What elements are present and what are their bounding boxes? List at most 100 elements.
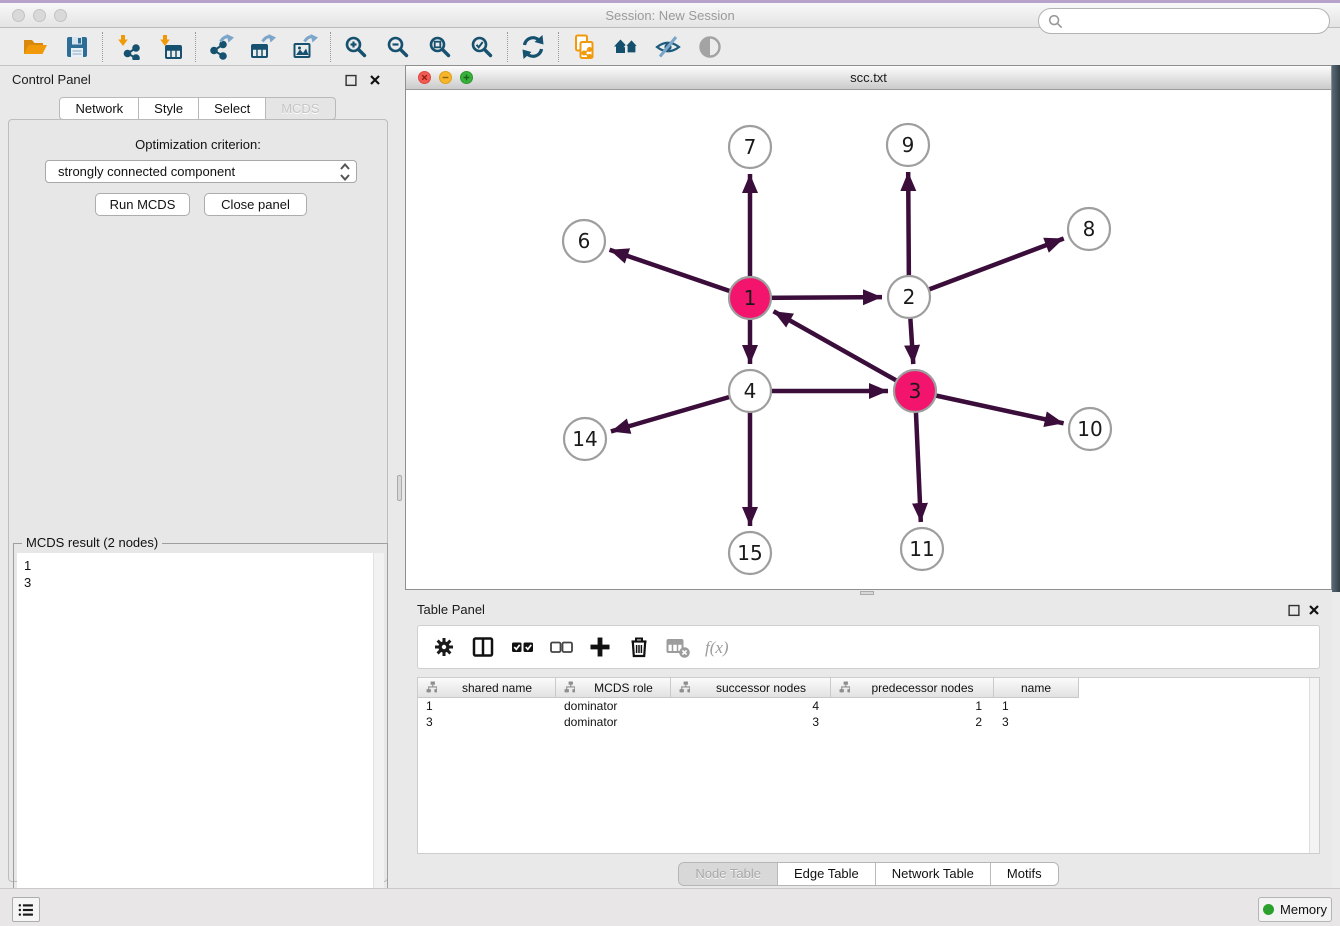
control-panel-header: Control Panel bbox=[0, 66, 395, 92]
graph-node-label: 1 bbox=[744, 286, 757, 310]
node-table[interactable]: shared nameMCDS rolesuccessor nodes prede… bbox=[417, 677, 1320, 854]
result-scrollbar[interactable] bbox=[373, 553, 384, 921]
search-box[interactable] bbox=[1038, 8, 1330, 34]
save-session-icon[interactable] bbox=[64, 34, 90, 60]
function-builder-icon: f(x) bbox=[705, 635, 729, 659]
column-header-label: predecessor nodes bbox=[852, 681, 993, 695]
table-tabs: Node TableEdge TableNetwork TableMotifs bbox=[405, 862, 1332, 886]
hide-selected-icon[interactable] bbox=[655, 34, 681, 60]
tab-style[interactable]: Style bbox=[139, 97, 199, 120]
refresh-icon[interactable] bbox=[520, 34, 546, 60]
cell-successor-nodes[interactable]: 4 bbox=[671, 698, 831, 714]
select-all-icon[interactable] bbox=[510, 635, 534, 659]
graph-node-10[interactable]: 10 bbox=[1069, 408, 1111, 450]
column-header-label: name bbox=[994, 681, 1078, 695]
control-panel: Control Panel NetworkStyleSelectMCDS Opt… bbox=[0, 66, 395, 891]
cell-predecessor-nodes[interactable]: 2 bbox=[831, 714, 994, 730]
open-file-icon[interactable] bbox=[22, 34, 48, 60]
status-bar: Memory bbox=[0, 888, 1340, 926]
graph-edge-2-8[interactable] bbox=[909, 239, 1064, 297]
column-header-predecessor-nodes[interactable]: predecessor nodes bbox=[831, 678, 994, 698]
import-network-icon[interactable] bbox=[115, 34, 141, 60]
first-neighbors-icon[interactable] bbox=[613, 34, 639, 60]
show-all-icon bbox=[697, 34, 723, 60]
add-column-icon[interactable] bbox=[588, 635, 612, 659]
vertical-splitter[interactable] bbox=[395, 66, 405, 891]
memory-label: Memory bbox=[1280, 902, 1327, 917]
zoom-fit-icon[interactable] bbox=[427, 34, 453, 60]
delete-column-icon[interactable] bbox=[627, 635, 651, 659]
task-history-button[interactable] bbox=[12, 897, 40, 922]
desktop: Session: New Session Control Panel Netwo… bbox=[0, 0, 1340, 926]
cell-successor-nodes[interactable]: 3 bbox=[671, 714, 831, 730]
graph-edge-3-1[interactable] bbox=[774, 311, 915, 391]
run-mcds-button[interactable]: Run MCDS bbox=[95, 193, 190, 216]
close-panel-icon[interactable] bbox=[367, 72, 383, 88]
table-scrollbar[interactable] bbox=[1309, 678, 1319, 853]
graph-node-6[interactable]: 6 bbox=[563, 220, 605, 262]
memory-button[interactable]: Memory bbox=[1258, 897, 1332, 922]
cell-MCDS-role[interactable]: dominator bbox=[556, 698, 671, 714]
search-input[interactable] bbox=[1063, 11, 1329, 31]
graph-node-8[interactable]: 8 bbox=[1068, 208, 1110, 250]
tab-select[interactable]: Select bbox=[199, 97, 266, 120]
cell-shared-name[interactable]: 3 bbox=[418, 714, 556, 730]
splitter-handle[interactable] bbox=[860, 591, 874, 595]
cell-name[interactable]: 1 bbox=[994, 698, 1079, 714]
gear-icon[interactable] bbox=[432, 635, 456, 659]
header-filler bbox=[1079, 678, 1319, 698]
graph-edge-3-10[interactable] bbox=[915, 391, 1064, 423]
graph-node-15[interactable]: 15 bbox=[729, 532, 771, 574]
float-panel-icon[interactable] bbox=[343, 72, 359, 88]
flow-hierarchy-icon bbox=[424, 681, 437, 694]
column-header-successor-nodes[interactable]: successor nodes bbox=[671, 678, 831, 698]
mcds-result-lines: 13 bbox=[17, 553, 384, 591]
network-canvas[interactable]: 7 9 6 8 1 2 4 3 14 10 15 11 bbox=[406, 90, 1331, 589]
split-columns-icon[interactable] bbox=[471, 635, 495, 659]
export-table-icon[interactable] bbox=[250, 34, 276, 60]
graph-node-2[interactable]: 2 bbox=[888, 276, 930, 318]
cell-predecessor-nodes[interactable]: 1 bbox=[831, 698, 994, 714]
close-panel-icon[interactable] bbox=[1306, 602, 1322, 618]
graph-node-label: 15 bbox=[737, 541, 762, 565]
graph-node-9[interactable]: 9 bbox=[887, 124, 929, 166]
column-header-shared-name[interactable]: shared name bbox=[418, 678, 556, 698]
criterion-select[interactable]: strongly connected component bbox=[45, 160, 357, 183]
column-header-name[interactable]: name bbox=[994, 678, 1079, 698]
unselect-all-icon[interactable] bbox=[549, 635, 573, 659]
zoom-selected-icon[interactable] bbox=[469, 34, 495, 60]
duplicate-network-icon[interactable] bbox=[571, 34, 597, 60]
export-network-icon[interactable] bbox=[208, 34, 234, 60]
tab-network[interactable]: Network bbox=[59, 97, 139, 120]
column-header-MCDS-role[interactable]: MCDS role bbox=[556, 678, 671, 698]
cell-name[interactable]: 3 bbox=[994, 714, 1079, 730]
zoom-in-icon[interactable] bbox=[343, 34, 369, 60]
graph-node-4[interactable]: 4 bbox=[729, 370, 771, 412]
tab-mcds[interactable]: MCDS bbox=[266, 97, 335, 120]
tab-edge-table[interactable]: Edge Table bbox=[777, 863, 875, 885]
export-image-icon[interactable] bbox=[292, 34, 318, 60]
cell-shared-name[interactable]: 1 bbox=[418, 698, 556, 714]
network-window-title: scc.txt bbox=[406, 66, 1331, 90]
graph-node-1[interactable]: 1 bbox=[729, 277, 771, 319]
tab-network-table[interactable]: Network Table bbox=[875, 863, 990, 885]
application-window: Session: New Session Control Panel Netwo… bbox=[0, 3, 1340, 926]
tab-node-table[interactable]: Node Table bbox=[679, 863, 777, 885]
graph-node-14[interactable]: 14 bbox=[564, 418, 606, 460]
zoom-out-icon[interactable] bbox=[385, 34, 411, 60]
float-panel-icon[interactable] bbox=[1286, 602, 1302, 618]
splitter-handle[interactable] bbox=[397, 475, 402, 501]
toolbar-group bbox=[559, 34, 735, 60]
graph-node-11[interactable]: 11 bbox=[901, 528, 943, 570]
import-table-icon[interactable] bbox=[157, 34, 183, 60]
graph-edge-1-6[interactable] bbox=[610, 250, 750, 298]
tab-motifs[interactable]: Motifs bbox=[990, 863, 1058, 885]
mcds-result-area[interactable]: 13 bbox=[17, 553, 384, 921]
graph-node-3[interactable]: 3 bbox=[894, 370, 936, 412]
table-row[interactable]: 1dominator411 bbox=[418, 698, 1319, 714]
graph-node-7[interactable]: 7 bbox=[729, 126, 771, 168]
table-row[interactable]: 3dominator323 bbox=[418, 714, 1319, 730]
graph-node-label: 11 bbox=[909, 537, 934, 561]
cell-MCDS-role[interactable]: dominator bbox=[556, 714, 671, 730]
close-panel-button[interactable]: Close panel bbox=[204, 193, 307, 216]
